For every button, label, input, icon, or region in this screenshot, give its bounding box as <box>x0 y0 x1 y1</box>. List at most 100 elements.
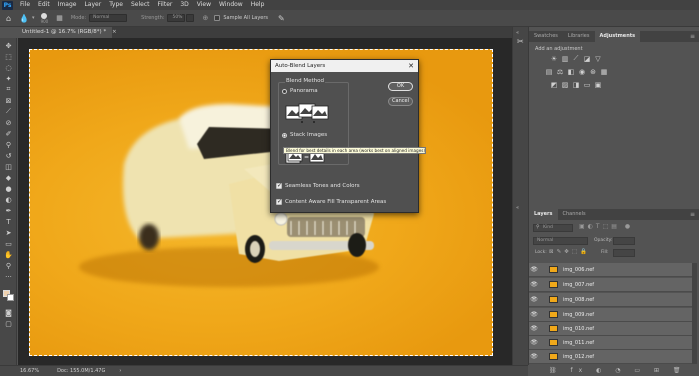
hue-saturation-icon[interactable]: ▤ <box>544 67 554 76</box>
path-selection-tool-icon[interactable]: ➤ <box>3 228 14 237</box>
menu-file[interactable]: File <box>16 0 34 10</box>
screen-mode-icon[interactable]: ▢ <box>3 319 14 328</box>
color-balance-icon[interactable]: ⚖ <box>555 67 565 76</box>
fill-input[interactable] <box>613 249 635 257</box>
tab-swatches[interactable]: Swatches <box>529 31 563 42</box>
mode-select[interactable]: Normal <box>89 14 128 22</box>
quick-selection-tool-icon[interactable]: ✦ <box>3 74 14 83</box>
visibility-eye-icon[interactable]: 👁 <box>529 339 539 346</box>
menu-type[interactable]: Type <box>105 0 127 10</box>
chevron-down-icon[interactable]: ▾ <box>32 15 35 21</box>
clone-stamp-tool-icon[interactable]: ⚲ <box>3 140 14 149</box>
tab-libraries[interactable]: Libraries <box>563 31 595 42</box>
curves-icon[interactable]: ⟋ <box>571 54 581 63</box>
more-tools-icon[interactable]: ··· <box>3 272 14 281</box>
threshold-icon[interactable]: ◨ <box>571 80 581 89</box>
type-tool-icon[interactable]: T <box>3 217 14 226</box>
brush-settings-icon[interactable]: ▦ <box>56 14 63 22</box>
crop-tool-icon[interactable]: ⌗ <box>3 85 14 94</box>
layer-row[interactable]: 👁 img_006.nef <box>529 263 692 277</box>
layer-row[interactable]: 👁 img_010.nef <box>529 322 692 336</box>
sample-all-layers-checkbox[interactable] <box>214 15 221 21</box>
visibility-eye-icon[interactable]: 👁 <box>529 353 539 360</box>
seamless-tones-checkbox[interactable] <box>276 182 282 189</box>
tab-layers[interactable]: Layers <box>529 209 558 220</box>
levels-icon[interactable]: ▥ <box>560 54 570 63</box>
eraser-tool-icon[interactable]: ◫ <box>3 162 14 171</box>
menu-3d[interactable]: 3D <box>176 0 192 10</box>
ok-button[interactable]: OK <box>388 82 413 91</box>
menu-image[interactable]: Image <box>54 0 81 10</box>
gradient-map-icon[interactable]: ▭ <box>582 80 592 89</box>
visibility-eye-icon[interactable]: 👁 <box>529 296 539 303</box>
vibrance-icon[interactable]: ▽ <box>593 54 603 63</box>
layer-row[interactable]: 👁 img_007.nef <box>529 278 692 292</box>
pen-pressure-icon[interactable]: ✎ <box>278 14 285 23</box>
exposure-icon[interactable]: ◪ <box>582 54 592 63</box>
quick-mask-icon[interactable]: ◙ <box>3 308 14 317</box>
stack-images-label[interactable]: Stack Images <box>290 132 327 138</box>
dialog-title-bar[interactable]: Auto-Blend Layers <box>271 60 418 72</box>
zoom-level[interactable]: 16.67% <box>20 368 39 374</box>
status-arrow-icon[interactable]: › <box>119 368 121 374</box>
photo-filter-icon[interactable]: ◉ <box>577 67 587 76</box>
healing-brush-tool-icon[interactable]: ⊘ <box>3 118 14 127</box>
background-color-swatch[interactable] <box>7 294 14 301</box>
close-icon[interactable]: ✕ <box>408 60 414 72</box>
layer-row[interactable]: 👁 img_012.nef <box>529 350 692 364</box>
visibility-eye-icon[interactable]: 👁 <box>529 281 539 288</box>
layer-row[interactable]: 👁 img_009.nef <box>529 308 692 322</box>
history-brush-tool-icon[interactable]: ↺ <box>3 151 14 160</box>
layer-row[interactable]: 👁 img_011.nef <box>529 336 692 350</box>
menu-help[interactable]: Help <box>247 0 269 10</box>
content-aware-fill-checkbox[interactable] <box>276 198 282 205</box>
blur-tool-icon[interactable]: 💧 <box>19 14 29 23</box>
rectangle-tool-icon[interactable]: ▭ <box>3 239 14 248</box>
panel-menu-icon[interactable]: ≡ <box>690 31 695 42</box>
menu-window[interactable]: Window <box>215 0 247 10</box>
close-tab-icon[interactable]: × <box>112 29 117 35</box>
panorama-radio[interactable] <box>282 89 287 94</box>
selective-color-icon[interactable]: ▣ <box>593 80 603 89</box>
invert-icon[interactable]: ◩ <box>549 80 559 89</box>
zoom-tool-icon[interactable]: ⚲ <box>3 261 14 270</box>
panorama-label[interactable]: Panorama <box>290 88 318 94</box>
menu-view[interactable]: View <box>193 0 215 10</box>
paint-bucket-tool-icon[interactable]: ◆ <box>3 173 14 182</box>
lasso-tool-icon[interactable]: ◌ <box>3 63 14 72</box>
posterize-icon[interactable]: ▨ <box>560 80 570 89</box>
opacity-input[interactable] <box>613 237 635 245</box>
stack-images-radio[interactable] <box>282 133 287 138</box>
layers-menu-icon[interactable]: ≡ <box>690 209 695 220</box>
pen-tool-icon[interactable]: ✒ <box>3 206 14 215</box>
tool-presets-icon[interactable]: ✂ <box>517 37 524 46</box>
collapse-panels-icon[interactable]: « <box>516 30 519 36</box>
collapse-dock-icon[interactable]: « <box>516 205 519 211</box>
tab-channels[interactable]: Channels <box>558 209 591 220</box>
tab-adjustments[interactable]: Adjustments <box>594 31 641 42</box>
frame-tool-icon[interactable]: ⊠ <box>3 96 14 105</box>
visibility-eye-icon[interactable]: 👁 <box>529 325 539 332</box>
hand-tool-icon[interactable]: ✋ <box>3 250 14 259</box>
brush-tool-icon[interactable]: ✐ <box>3 129 14 138</box>
pressure-icon[interactable]: ⊕ <box>202 14 208 22</box>
layers-footer-icons[interactable]: ⛓ fx ◐ ◔ ▭ ⊞ 🗑 <box>549 367 687 374</box>
layer-filter-kind[interactable]: ⚲ Kind <box>533 224 573 232</box>
document-tab[interactable]: Untitled-1 @ 16.7% (RGB/8*) * × <box>18 27 117 38</box>
brightness-contrast-icon[interactable]: ☀ <box>549 54 559 63</box>
menu-filter[interactable]: Filter <box>154 0 177 10</box>
seamless-tones-label[interactable]: Seamless Tones and Colors <box>285 183 360 189</box>
layer-filter-icons[interactable]: ▣◐T⬚▤ ● <box>579 223 633 230</box>
home-icon[interactable]: ⌂ <box>6 14 11 23</box>
move-tool-icon[interactable]: ✥ <box>3 41 14 50</box>
blend-mode-select[interactable]: Normal <box>533 237 588 245</box>
menu-edit[interactable]: Edit <box>34 0 54 10</box>
black-white-icon[interactable]: ◧ <box>566 67 576 76</box>
color-lookup-icon[interactable]: ▦ <box>599 67 609 76</box>
strength-input[interactable]: 50% <box>167 14 186 22</box>
menu-select[interactable]: Select <box>127 0 154 10</box>
strength-dropdown[interactable] <box>186 14 195 22</box>
visibility-eye-icon[interactable]: 👁 <box>529 266 539 273</box>
content-aware-fill-label[interactable]: Content Aware Fill Transparent Areas <box>285 199 386 205</box>
cancel-button[interactable]: Cancel <box>388 97 413 106</box>
